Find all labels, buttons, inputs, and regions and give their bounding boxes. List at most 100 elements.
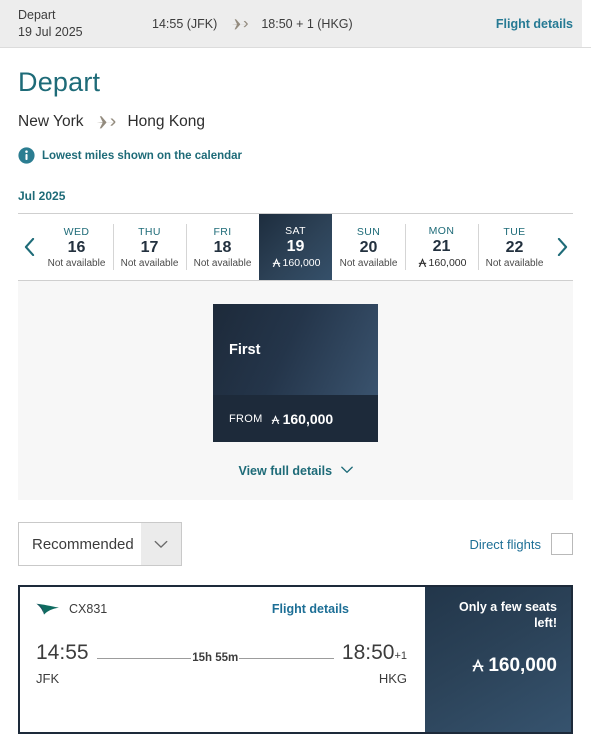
fare-price-value: 160,000 xyxy=(282,410,334,427)
calendar-day-dow: TUE xyxy=(503,225,526,238)
arrive-day-offset: +1 xyxy=(394,650,407,662)
duration-line-left xyxy=(96,657,192,659)
summary-date-block: Depart 19 Jul 2025 xyxy=(18,7,128,41)
chevron-down-icon xyxy=(340,466,353,474)
calendar-day-dow: MON xyxy=(428,224,455,237)
flight-result-main: CX831 Flight details 14:55 JFK 15h 55m 1… xyxy=(20,587,425,732)
calendar-day-price: 160,000 xyxy=(417,257,467,270)
miles-symbol-icon xyxy=(470,655,486,677)
page-title: Depart xyxy=(18,67,101,97)
flight-number: CX831 xyxy=(69,602,108,616)
sort-select[interactable]: Recommended xyxy=(18,522,182,566)
miles-symbol-icon xyxy=(271,257,282,270)
calendar-prev-button[interactable] xyxy=(18,214,40,280)
flight-price-value: 160,000 xyxy=(488,655,557,677)
calendar-day-status: Not available xyxy=(339,257,398,269)
flight-price-panel[interactable]: Only a few seats left! 160,000 xyxy=(425,587,571,732)
cathay-brushwing-icon xyxy=(36,601,69,617)
fare-from-label: FROM xyxy=(229,412,263,425)
calendar-day-dow: FRI xyxy=(213,225,232,238)
fare-price: 160,000 xyxy=(270,410,334,427)
date-strip: WED 16 Not available THU 17 Not available FRI 1… xyxy=(18,213,573,281)
calendar-day-price-value: 160,000 xyxy=(282,257,321,269)
summary-date: 19 Jul 2025 xyxy=(18,24,83,39)
calendar-days: WED 16 Not available THU 17 Not available FRI 1… xyxy=(40,214,551,280)
airplane-icon xyxy=(94,114,116,130)
calendar-day-dow: SUN xyxy=(356,225,381,238)
flight-duration: 15h 55m xyxy=(192,652,239,664)
direct-flights-filter[interactable]: Direct flights xyxy=(469,533,573,555)
results-area: Recommended Direct flights CX831 Flight … xyxy=(0,522,591,734)
fare-panel-wrap: First FROM 160,000 View full details xyxy=(0,281,591,500)
flight-header-row: CX831 Flight details xyxy=(36,601,407,617)
calendar-day-number: 17 xyxy=(140,238,159,256)
direct-flights-label[interactable]: Direct flights xyxy=(469,537,541,552)
route-summary: New York Hong Kong xyxy=(18,113,573,131)
calendar-day-20[interactable]: SUN 20 Not available xyxy=(332,214,405,280)
calendar-day-status: Not available xyxy=(485,257,544,269)
topbar-flight-details-link[interactable]: Flight details xyxy=(496,17,573,31)
calendar-month-label: Jul 2025 xyxy=(18,189,66,203)
calendar-day-number: 20 xyxy=(359,238,378,256)
route-destination: Hong Kong xyxy=(127,113,206,130)
flight-price: 160,000 xyxy=(439,655,557,677)
calendar-day-number: 16 xyxy=(67,238,86,256)
calendar-day-number: 19 xyxy=(286,237,305,255)
arrive-airport-code: HKG xyxy=(378,671,407,686)
flight-details-link[interactable]: Flight details xyxy=(272,602,349,616)
fare-card-header: First xyxy=(213,304,378,395)
summary-direction-label: Depart xyxy=(18,7,56,22)
fare-panel: First FROM 160,000 View full details xyxy=(18,281,573,500)
arrive-time-wrap: 18:50 +1 xyxy=(342,642,407,663)
view-full-details-label: View full details xyxy=(238,464,333,478)
flight-result-card[interactable]: CX831 Flight details 14:55 JFK 15h 55m 1… xyxy=(18,585,573,734)
calendar-day-status: Not available xyxy=(120,257,179,269)
duration-indicator: 15h 55m xyxy=(89,652,342,664)
calendar-day-price: 160,000 xyxy=(271,257,321,270)
fare-card-price-row: FROM 160,000 xyxy=(213,395,378,442)
calendar-day-16[interactable]: WED 16 Not available xyxy=(40,214,113,280)
calendar-day-22[interactable]: TUE 22 Not available xyxy=(478,214,551,280)
direct-flights-checkbox[interactable] xyxy=(551,533,573,555)
fare-cabin-label: First xyxy=(229,341,261,358)
calendar-day-17[interactable]: THU 17 Not available xyxy=(113,214,186,280)
lowest-miles-note: Lowest miles shown on the calendar xyxy=(18,147,573,164)
calendar-day-status: Not available xyxy=(193,257,252,269)
sort-select-value: Recommended xyxy=(32,535,134,553)
arrive-time: 18:50 xyxy=(341,641,395,664)
calendar-day-status: Not available xyxy=(47,257,106,269)
arrival-segment: 18:50 +1 HKG xyxy=(342,642,407,686)
calendar-day-19[interactable]: SAT 19 160,000 xyxy=(259,214,332,280)
results-controls: Recommended Direct flights xyxy=(18,522,573,566)
calendar-day-price-value: 160,000 xyxy=(428,257,467,269)
chevron-down-icon[interactable] xyxy=(141,523,181,565)
depart-airport-code: JFK xyxy=(36,671,60,686)
depart-summary-bar: Depart 19 Jul 2025 14:55 (JFK) 18:50 + 1… xyxy=(0,0,591,48)
calendar-day-18[interactable]: FRI 18 Not available xyxy=(186,214,259,280)
lowest-miles-note-text: Lowest miles shown on the calendar xyxy=(42,149,243,162)
summary-depart-time: 14:55 (JFK) xyxy=(152,16,218,31)
calendar-day-dow: WED xyxy=(63,225,90,238)
view-full-details-link[interactable]: View full details xyxy=(18,464,573,478)
departure-segment: 14:55 JFK xyxy=(36,642,89,686)
summary-arrive-time: 18:50 + 1 (HKG) xyxy=(261,16,353,31)
miles-symbol-icon xyxy=(270,411,281,427)
summary-times: 14:55 (JFK) 18:50 + 1 (HKG) xyxy=(152,17,353,31)
page-body: Depart New York Hong Kong Lowest miles s… xyxy=(0,67,591,281)
flight-times-row: 14:55 JFK 15h 55m 18:50 +1 HKG xyxy=(36,642,407,686)
calendar-day-number: 21 xyxy=(432,237,451,255)
duration-line-right xyxy=(239,657,334,659)
calendar-day-21[interactable]: MON 21 160,000 xyxy=(405,214,478,280)
route-origin: New York xyxy=(18,113,84,130)
airplane-icon xyxy=(230,17,249,31)
depart-time: 14:55 xyxy=(36,641,89,664)
calendar-day-number: 22 xyxy=(505,238,524,256)
calendar-day-dow: THU xyxy=(138,225,161,238)
seats-left-notice: Only a few seats left! xyxy=(459,600,557,630)
calendar-next-button[interactable] xyxy=(551,214,573,280)
miles-symbol-icon xyxy=(417,257,428,270)
fare-card-first[interactable]: First FROM 160,000 xyxy=(213,304,378,442)
calendar-day-dow: SAT xyxy=(285,224,306,237)
calendar-day-number: 18 xyxy=(213,238,232,256)
info-icon xyxy=(18,147,35,164)
